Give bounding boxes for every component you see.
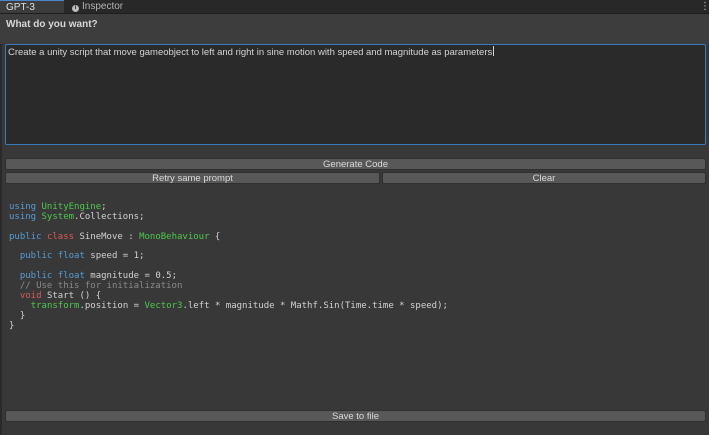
tab-inspector[interactable]: i Inspector (66, 0, 129, 13)
tab-gpt3-unity[interactable]: GPT-3 Unity (0, 0, 64, 26)
prompt-input[interactable]: Create a unity script that move gameobje… (5, 44, 706, 145)
prompt-heading: What do you want? (6, 19, 98, 30)
code-line: } (9, 320, 15, 331)
code-line: using System.Collections; (9, 211, 145, 222)
prompt-text: Create a unity script that move gameobje… (8, 47, 493, 58)
generate-code-button[interactable]: Generate Code (5, 158, 706, 170)
save-to-file-button[interactable]: Save to file (5, 410, 706, 422)
code-line: transform.position = Vector3.left * magn… (30, 300, 448, 311)
retry-prompt-button[interactable]: Retry same prompt (5, 172, 380, 184)
code-output: using UnityEngine; using System.Collectio… (9, 202, 699, 332)
tab-label: Inspector (82, 1, 124, 12)
gpt3-unity-window: GPT-3 Unity iInspector ⋮ What do you wan… (0, 0, 709, 435)
clear-button[interactable]: Clear (382, 172, 706, 184)
info-icon: i (72, 5, 79, 12)
code-line: } (19, 310, 26, 321)
window-left-edge (0, 14, 2, 435)
code-line: public float speed = 1; (19, 251, 145, 262)
text-caret (493, 46, 495, 56)
prompt-header: What do you want? (0, 14, 709, 44)
code-line: public class SineMove : MonoBehaviour { (9, 231, 221, 242)
code-line: // Use this for initialization (19, 281, 183, 292)
kebab-menu-icon[interactable]: ⋮ (700, 1, 709, 12)
tab-bar: GPT-3 Unity iInspector ⋮ (0, 0, 709, 26)
